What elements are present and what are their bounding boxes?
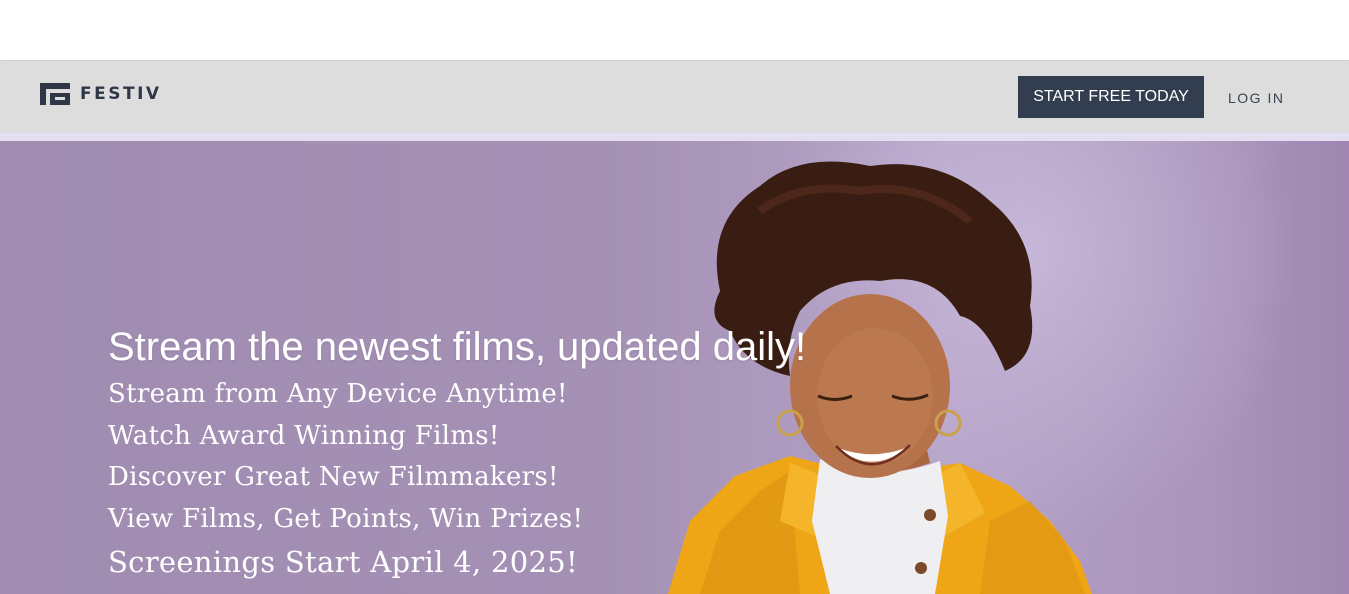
- feature-item: Watch Award Winning Films!: [108, 420, 500, 451]
- hero-text-block: Stream the newest films, updated daily! …: [108, 324, 806, 584]
- feature-list: Stream from Any Device Anytime! Watch Aw…: [108, 374, 806, 584]
- festiv-logo-icon: [40, 83, 70, 105]
- brand-name: FESTIV: [80, 84, 162, 104]
- start-free-button[interactable]: START FREE TODAY: [1018, 76, 1204, 118]
- feature-item: Discover Great New Filmmakers!: [108, 462, 559, 492]
- feature-item-screenings: Screenings Start April 4, 2025!: [108, 545, 578, 579]
- hero-headline: Stream the newest films, updated daily!: [108, 325, 807, 369]
- hero-banner: Stream the newest films, updated daily! …: [0, 141, 1349, 594]
- top-blank-area: [0, 0, 1349, 60]
- feature-item: View Films, Get Points, Win Prizes!: [108, 503, 584, 534]
- site-header: FESTIV START FREE TODAY LOG IN: [0, 60, 1349, 134]
- login-link[interactable]: LOG IN: [1222, 85, 1290, 111]
- feature-item: Stream from Any Device Anytime!: [108, 379, 568, 409]
- logo-link[interactable]: FESTIV: [40, 83, 162, 105]
- header-divider: [0, 133, 1349, 141]
